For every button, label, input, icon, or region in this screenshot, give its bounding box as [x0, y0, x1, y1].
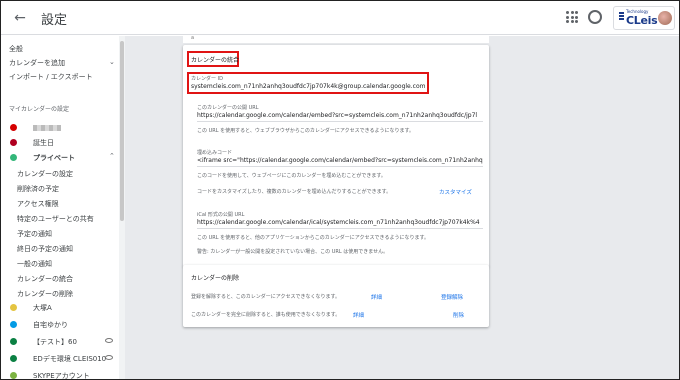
public-url-hint: この URL を使用すると、ウェブブラウザからこのカレンダーにアクセスできるよう…: [197, 128, 415, 134]
calendar-name-redacted[interactable]: [33, 125, 61, 131]
sidebar-item-deleted-events[interactable]: 削除済の予定: [17, 184, 59, 194]
customize-hint: コードをカスタマイズしたり、複数のカレンダーを埋め込んだりすることができます。: [197, 189, 392, 195]
account-circle-icon[interactable]: [588, 10, 602, 24]
embed-code-hint: このコードを使用して、ウェブページにこのカレンダーを埋め込むことができます。: [197, 173, 386, 179]
calendar-color-dot: [10, 124, 17, 131]
brand-name: CLeis: [626, 14, 658, 27]
embed-code-label: 埋め込みコード: [197, 150, 233, 156]
public-url-field[interactable]: https://calendar.google.com/calendar/emb…: [197, 112, 483, 119]
sidebar-item-access-permissions[interactable]: アクセス権限: [17, 199, 59, 209]
calendar-color-dot: [10, 154, 17, 161]
section-title: カレンダーの統合: [191, 57, 240, 64]
calendar-color-dot: [10, 139, 17, 146]
sidebar-calendar-demo[interactable]: EDデモ環境 CLEIS010: [33, 354, 106, 364]
avatar[interactable]: [658, 11, 672, 25]
calendar-id-label: カレンダー ID: [191, 76, 223, 82]
visibility-off-icon[interactable]: [105, 355, 113, 360]
top-app-bar: ← 設定 Technology CLeis: [1, 1, 679, 35]
sidebar-calendar-private[interactable]: プライベート: [33, 153, 75, 163]
chevron-up-icon[interactable]: ⌃: [109, 152, 115, 160]
remove-calendar-card: カレンダーの削除 登録を解除すると、このカレンダーにアクセスできなくなります。 …: [183, 265, 489, 327]
unsubscribe-detail-link[interactable]: 詳細: [371, 293, 382, 301]
settings-sidebar: 全般 カレンダーを追加 ⌄ インポート / エクスポート マイカレンダーの設定 …: [1, 36, 119, 379]
apps-grid-icon[interactable]: [566, 11, 578, 23]
scrollbar-thumb[interactable]: [120, 41, 124, 221]
settings-main: a カレンダーの統合 カレンダー ID systemcleis.com_n71n…: [125, 35, 679, 379]
arrow-back-icon[interactable]: ←: [11, 9, 29, 27]
field-underline: [197, 228, 483, 229]
sidebar-item-general-notifications[interactable]: 一般の通知: [17, 259, 52, 269]
unsubscribe-text: 登録を解除すると、このカレンダーにアクセスできなくなります。: [191, 294, 341, 300]
calendar-color-dot: [10, 372, 17, 379]
previous-card-fragment: a: [183, 35, 489, 43]
sidebar-calendar-skype[interactable]: SKYPEアカウント: [33, 371, 90, 379]
sidebar-calendar-test[interactable]: 【テスト】60: [33, 337, 77, 347]
calendar-color-dot: [10, 304, 17, 311]
delete-text: このカレンダーを完全に削除すると、誰も使用できなくなります。: [191, 312, 341, 318]
calendar-id-value[interactable]: systemcleis.com_n71nh2anhq3oudfdc7jp707k…: [191, 83, 427, 90]
ical-url-hint: この URL を使用すると、他のアプリケーションからこのカレンダーにアクセスでき…: [197, 235, 429, 241]
calendar-color-dot: [10, 321, 17, 328]
visibility-off-icon[interactable]: [105, 338, 113, 343]
sidebar-item-remove-calendar[interactable]: カレンダーの削除: [17, 289, 73, 299]
sidebar-item-integrate-calendar[interactable]: カレンダーの統合: [17, 274, 73, 284]
brand-account-chip[interactable]: Technology CLeis: [613, 6, 675, 30]
field-underline: [197, 166, 483, 167]
sidebar-item-share-with-people[interactable]: 特定のユーザーとの共有: [17, 214, 94, 224]
embed-code-field[interactable]: <iframe src="https://calendar.google.com…: [197, 157, 483, 164]
page-title: 設定: [41, 13, 68, 28]
unsubscribe-button[interactable]: 登録解除: [441, 293, 463, 301]
sidebar-item-general[interactable]: 全般: [9, 44, 23, 54]
public-url-label: このカレンダーの公開 URL: [197, 105, 259, 111]
calendar-color-dot: [10, 338, 17, 345]
chevron-down-icon[interactable]: ⌄: [109, 58, 115, 66]
ical-url-label: iCal 形式の公開 URL: [197, 212, 245, 218]
brand-logo-icon: [619, 12, 624, 24]
ical-warning: 警告: カレンダーが一般公開を設定されていない場合、この URL は使用できませ…: [197, 249, 389, 255]
my-calendars-heading: マイカレンダーの設定: [9, 106, 70, 113]
delete-detail-link[interactable]: 詳細: [353, 311, 364, 319]
section-title: カレンダーの削除: [191, 275, 240, 282]
sidebar-item-add-calendar[interactable]: カレンダーを追加: [9, 58, 65, 68]
delete-button[interactable]: 削除: [453, 311, 464, 319]
sidebar-calendar-birthday[interactable]: 誕生日: [33, 138, 54, 148]
sidebar-item-import-export[interactable]: インポート / エクスポート: [9, 72, 93, 82]
sidebar-item-allday-notifications[interactable]: 終日の予定の通知: [17, 244, 73, 254]
sidebar-calendar-otsuka[interactable]: 大塚A: [33, 303, 52, 313]
customize-link[interactable]: カスタマイズ: [439, 188, 472, 196]
integrate-calendar-card: カレンダーの統合 カレンダー ID systemcleis.com_n71nh2…: [183, 45, 489, 267]
ical-url-field[interactable]: https://calendar.google.com/calendar/ica…: [197, 219, 483, 226]
field-underline: [197, 121, 483, 122]
sidebar-item-event-notifications[interactable]: 予定の通知: [17, 229, 52, 239]
sidebar-calendar-home[interactable]: 自宅ゆかり: [33, 320, 68, 330]
sidebar-item-calendar-settings[interactable]: カレンダーの設定: [17, 169, 73, 179]
calendar-color-dot: [10, 355, 17, 362]
app-window: ← 設定 Technology CLeis 全般 カレンダーを追加 ⌄ インポー…: [0, 0, 680, 380]
